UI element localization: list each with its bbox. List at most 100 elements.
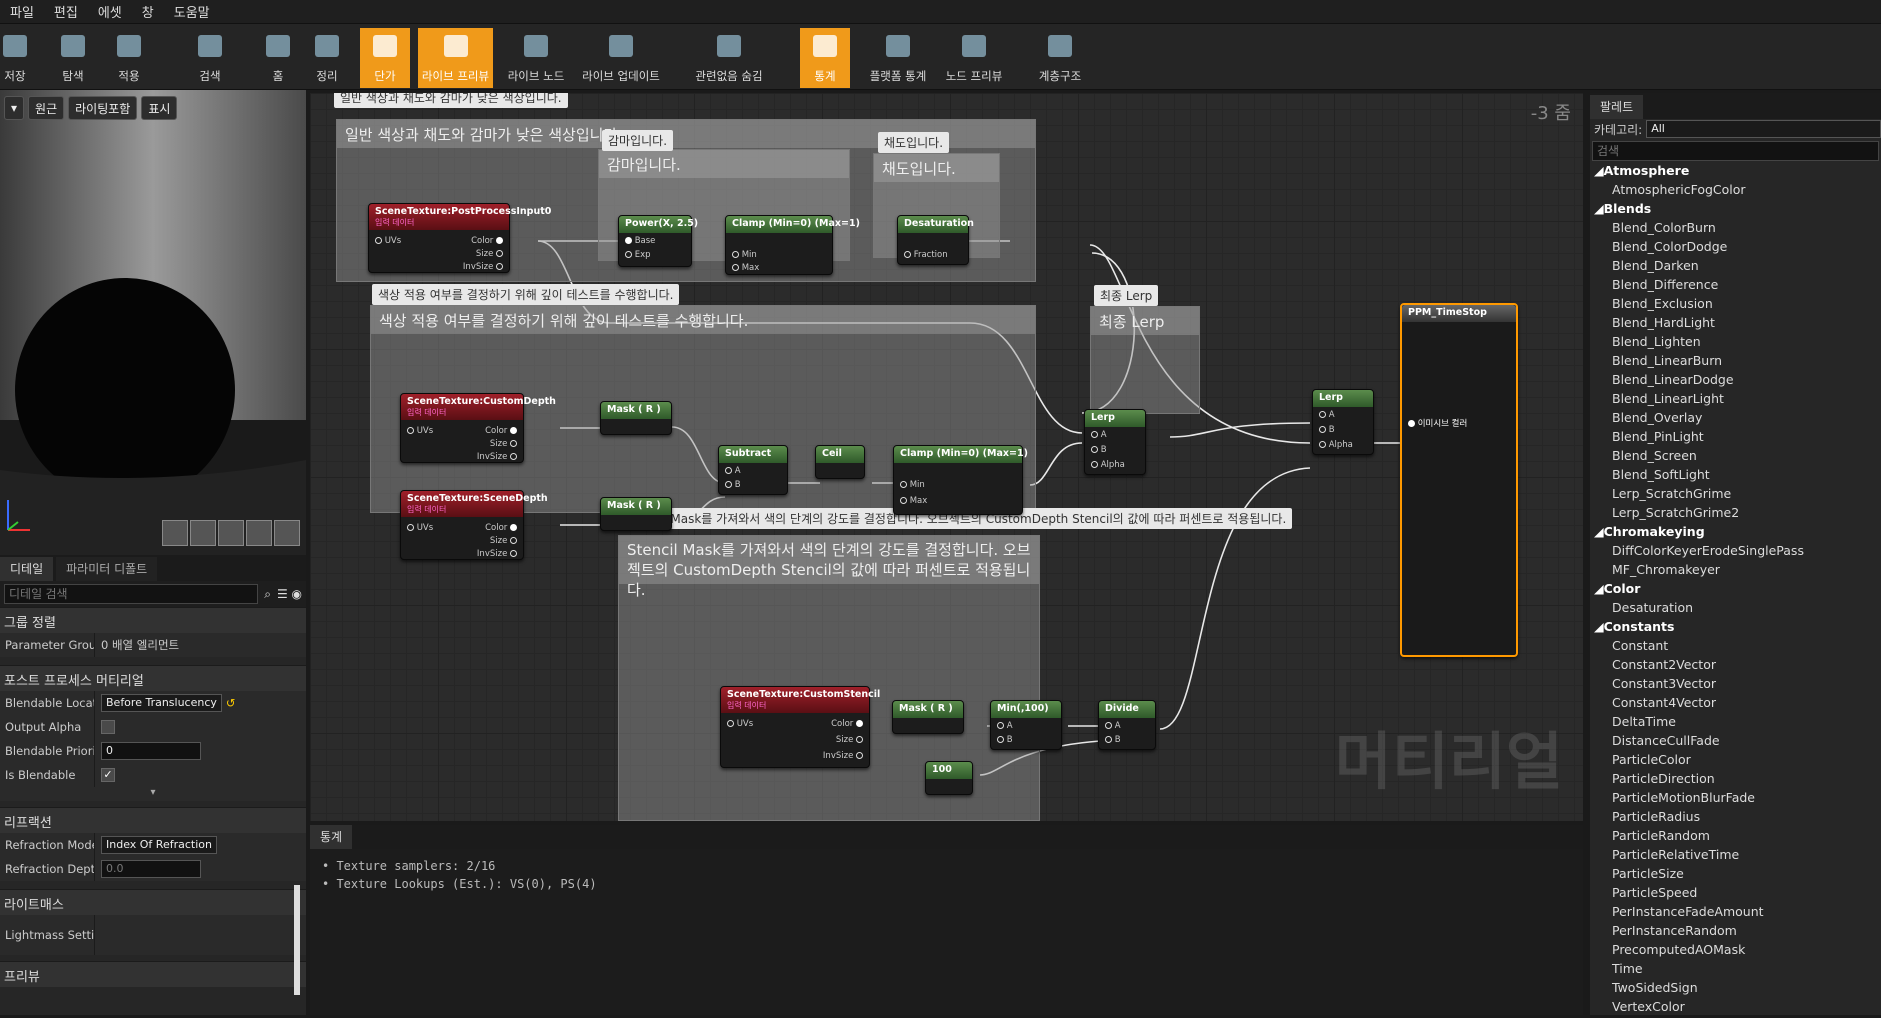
toolbar-button-14[interactable]: 계층구조 bbox=[1030, 28, 1090, 88]
palette-item[interactable]: Blend_Difference bbox=[1590, 277, 1881, 296]
node-lerp-inner[interactable]: Lerp A B Alpha bbox=[1084, 409, 1146, 475]
refraction-mode-combo[interactable]: Index Of Refraction bbox=[101, 836, 217, 854]
pin-min[interactable]: Min bbox=[732, 250, 757, 260]
palette-item[interactable]: Lerp_ScratchGrime bbox=[1590, 486, 1881, 505]
is-blendable-checkbox[interactable]: ✓ bbox=[101, 768, 115, 782]
node-mask-r-stencil[interactable]: Mask ( R ) bbox=[892, 700, 964, 734]
palette-item[interactable]: Constant bbox=[1590, 638, 1881, 657]
palette-item[interactable]: VertexColor bbox=[1590, 999, 1881, 1018]
toolbar-button-13[interactable]: 노드 프리뷰 bbox=[935, 28, 1013, 88]
pin-color[interactable]: Color bbox=[831, 719, 863, 729]
palette-item[interactable]: Blend_PinLight bbox=[1590, 429, 1881, 448]
node-power[interactable]: Power(X, 2.5) Base Exp bbox=[618, 215, 698, 267]
preview-header[interactable]: 프리뷰 bbox=[0, 961, 306, 987]
node-scenetexture-customdepth[interactable]: SceneTexture:CustomDepth 입력 데이터 UVs Color… bbox=[400, 393, 556, 463]
pin-a[interactable]: A bbox=[1319, 410, 1335, 420]
node-desaturation[interactable]: Desaturation Fraction bbox=[897, 215, 974, 265]
palette-item[interactable]: Blend_Exclusion bbox=[1590, 296, 1881, 315]
cube-shape-button[interactable] bbox=[246, 520, 272, 546]
palette-category[interactable]: ◢Atmosphere bbox=[1590, 163, 1881, 182]
palette-item[interactable]: ParticleRandom bbox=[1590, 828, 1881, 847]
toolbar-button-2[interactable]: 적용 bbox=[108, 28, 150, 88]
toolbar-button-0[interactable]: 저장 bbox=[0, 28, 30, 88]
toolbar-button-9[interactable]: 라이브 업데이트 bbox=[580, 28, 662, 88]
material-graph[interactable]: 일반 색상과 채도와 감마가 낮은 색상입니다. 일반 색상과 채도와 감마가 … bbox=[310, 93, 1583, 821]
view-options-icon[interactable]: ☰ ◉ bbox=[277, 587, 302, 601]
pin-alpha[interactable]: Alpha bbox=[1319, 440, 1353, 450]
node-constant-100[interactable]: 100 bbox=[925, 761, 973, 795]
node-divide[interactable]: Divide A B bbox=[1098, 700, 1156, 750]
pin-a[interactable]: A bbox=[997, 721, 1013, 731]
blendable-priority-input[interactable]: 0 bbox=[101, 742, 201, 760]
palette-item[interactable]: Blend_LinearLight bbox=[1590, 391, 1881, 410]
pin-b[interactable]: B bbox=[725, 480, 741, 490]
node-min-100[interactable]: Min(,100) A B bbox=[990, 700, 1062, 750]
toolbar-button-1[interactable]: 탐색 bbox=[48, 28, 98, 88]
postprocess-header[interactable]: 포스트 프로세스 머티리얼 bbox=[0, 665, 306, 691]
menu-edit[interactable]: 편집 bbox=[44, 2, 88, 21]
node-mask-r-customdepth[interactable]: Mask ( R ) bbox=[600, 401, 672, 435]
pin-size[interactable]: Size bbox=[836, 735, 863, 745]
toolbar-button-5[interactable]: 정리 bbox=[305, 28, 349, 88]
node-subtract[interactable]: Subtract A B bbox=[718, 445, 788, 495]
palette-search-input[interactable] bbox=[1592, 141, 1879, 161]
toolbar-button-8[interactable]: 라이브 노드 bbox=[502, 28, 570, 88]
palette-item[interactable]: ParticleMotionBlurFade bbox=[1590, 790, 1881, 809]
pin-b[interactable]: B bbox=[1319, 425, 1335, 435]
palette-item[interactable]: AtmosphericFogColor bbox=[1590, 182, 1881, 201]
pin-uvs[interactable]: UVs bbox=[727, 719, 753, 729]
palette-category[interactable]: ◢Constants bbox=[1590, 619, 1881, 638]
palette-item[interactable]: Blend_ColorBurn bbox=[1590, 220, 1881, 239]
palette-item[interactable]: PerInstanceFadeAmount bbox=[1590, 904, 1881, 923]
toolbar-button-4[interactable]: 홈 bbox=[258, 28, 298, 88]
palette-item[interactable]: Lerp_ScratchGrime2 bbox=[1590, 505, 1881, 524]
pin-max[interactable]: Max bbox=[732, 263, 759, 273]
node-scenetexture-customstencil[interactable]: SceneTexture:CustomStencil 입력 데이터 UVs Col… bbox=[720, 686, 880, 768]
node-result-material[interactable]: PPM_TimeStop 이미시브 컬러 bbox=[1400, 303, 1518, 657]
pin-color[interactable]: Color bbox=[471, 236, 503, 246]
palette-item[interactable]: Blend_Darken bbox=[1590, 258, 1881, 277]
output-alpha-checkbox[interactable] bbox=[101, 720, 115, 734]
pin-a[interactable]: A bbox=[1105, 721, 1121, 731]
palette-category[interactable]: ◢Color bbox=[1590, 581, 1881, 600]
pin-invsize[interactable]: InvSize bbox=[463, 262, 503, 272]
palette-item[interactable]: Desaturation bbox=[1590, 600, 1881, 619]
reset-icon[interactable]: ↺ bbox=[226, 696, 236, 710]
palette-item[interactable]: Blend_ColorDodge bbox=[1590, 239, 1881, 258]
details-scrollbar[interactable] bbox=[294, 885, 300, 995]
palette-item[interactable]: Blend_SoftLight bbox=[1590, 467, 1881, 486]
toolbar-button-3[interactable]: 검색 bbox=[185, 28, 235, 88]
node-lerp-final[interactable]: Lerp A B Alpha bbox=[1312, 389, 1374, 455]
palette-category-combo[interactable]: All bbox=[1646, 120, 1881, 138]
pin-uvs[interactable]: UVs bbox=[407, 426, 433, 436]
refraction-depth-input[interactable]: 0.0 bbox=[101, 860, 201, 878]
group-sort-header[interactable]: 그룹 정렬 bbox=[0, 607, 306, 633]
palette-item[interactable]: PerInstanceRandom bbox=[1590, 923, 1881, 942]
menu-file[interactable]: 파일 bbox=[0, 2, 44, 21]
tab-palette[interactable]: 팔레트 bbox=[1590, 95, 1644, 119]
lightmass-header[interactable]: 라이트매스 bbox=[0, 889, 306, 915]
pin-size[interactable]: Size bbox=[476, 249, 503, 259]
tab-details[interactable]: 디테일 bbox=[0, 557, 54, 581]
palette-item[interactable]: Blend_Lighten bbox=[1590, 334, 1881, 353]
plane-shape-button[interactable] bbox=[218, 520, 244, 546]
comment-final-lerp[interactable]: 최종 Lerp bbox=[1090, 306, 1200, 414]
toolbar-button-7[interactable]: 라이브 프리뷰 bbox=[418, 28, 493, 88]
palette-item[interactable]: Constant4Vector bbox=[1590, 695, 1881, 714]
palette-item[interactable]: PrecomputedAOMask bbox=[1590, 942, 1881, 961]
toolbar-button-10[interactable]: 관련없음 숨김 bbox=[674, 28, 784, 88]
refraction-header[interactable]: 리프랙션 bbox=[0, 807, 306, 833]
mesh-shape-button[interactable] bbox=[274, 520, 300, 546]
tab-parameter-defaults[interactable]: 파라미터 디폴트 bbox=[56, 557, 158, 581]
pin-uvs[interactable]: UVs bbox=[375, 236, 401, 246]
palette-item[interactable]: ParticleRelativeTime bbox=[1590, 847, 1881, 866]
menu-window[interactable]: 창 bbox=[132, 2, 164, 21]
node-ceil[interactable]: Ceil bbox=[815, 445, 865, 479]
blendable-location-combo[interactable]: Before Translucency bbox=[101, 694, 222, 712]
palette-item[interactable]: DistanceCullFade bbox=[1590, 733, 1881, 752]
comment-stencil[interactable]: Stencil Mask를 가져와서 색의 단계의 강도를 결정합니다. 오브젝… bbox=[618, 535, 1040, 821]
palette-item[interactable]: DeltaTime bbox=[1590, 714, 1881, 733]
menu-asset[interactable]: 에셋 bbox=[88, 2, 132, 21]
pin-b[interactable]: B bbox=[1091, 445, 1107, 455]
toolbar-button-6[interactable]: 단가 bbox=[360, 28, 410, 88]
